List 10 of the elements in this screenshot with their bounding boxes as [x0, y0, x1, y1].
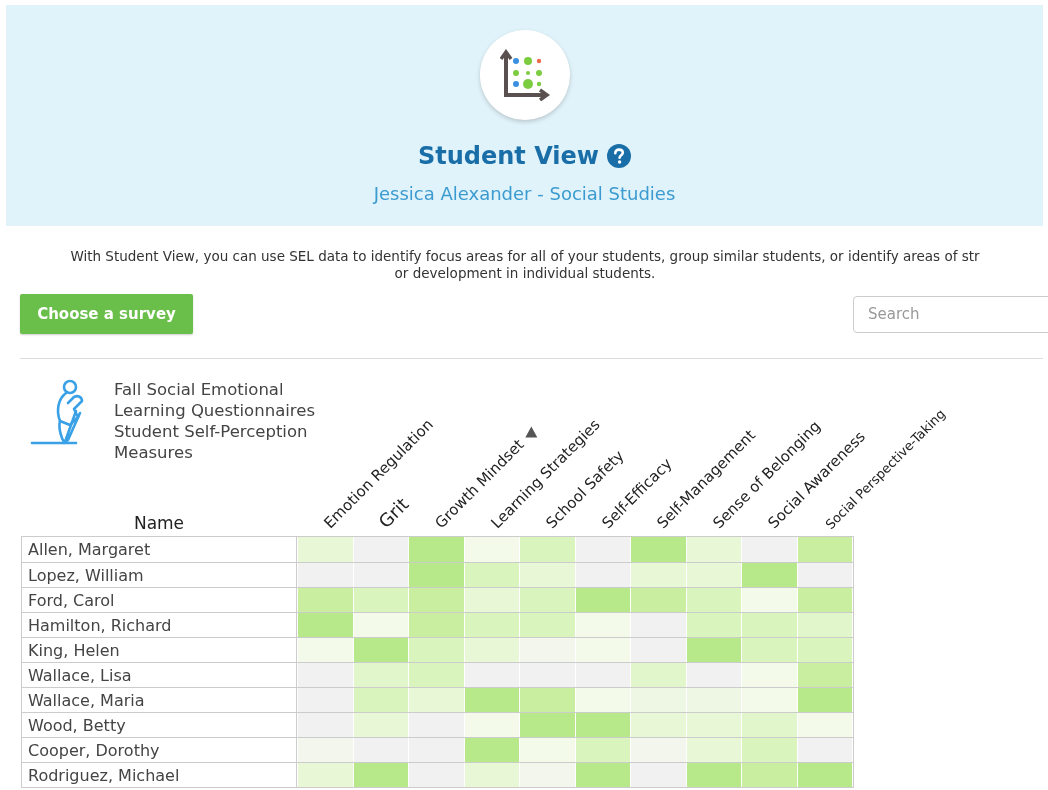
column-header[interactable]: Grit: [373, 493, 413, 532]
search-field[interactable]: Search: [853, 295, 1048, 333]
page-title: Student View: [417, 142, 599, 170]
help-icon[interactable]: [607, 144, 631, 168]
column-header[interactable]: Name: [133, 513, 185, 533]
scatter-chart-icon: [499, 49, 550, 101]
sort-triangle-icon[interactable]: [524, 425, 538, 438]
page-subtitle: Jessica Alexander - Social Studies: [373, 183, 676, 204]
survey-title: Fall Social Emotional Learning Questionnaires Student Self-Perception Measures: [114, 379, 316, 459]
description-text: With Student View, you can use SEL data to identify focus areas for all of your students, group similar students, or identify areas of str or development in individual students.: [69, 248, 981, 282]
